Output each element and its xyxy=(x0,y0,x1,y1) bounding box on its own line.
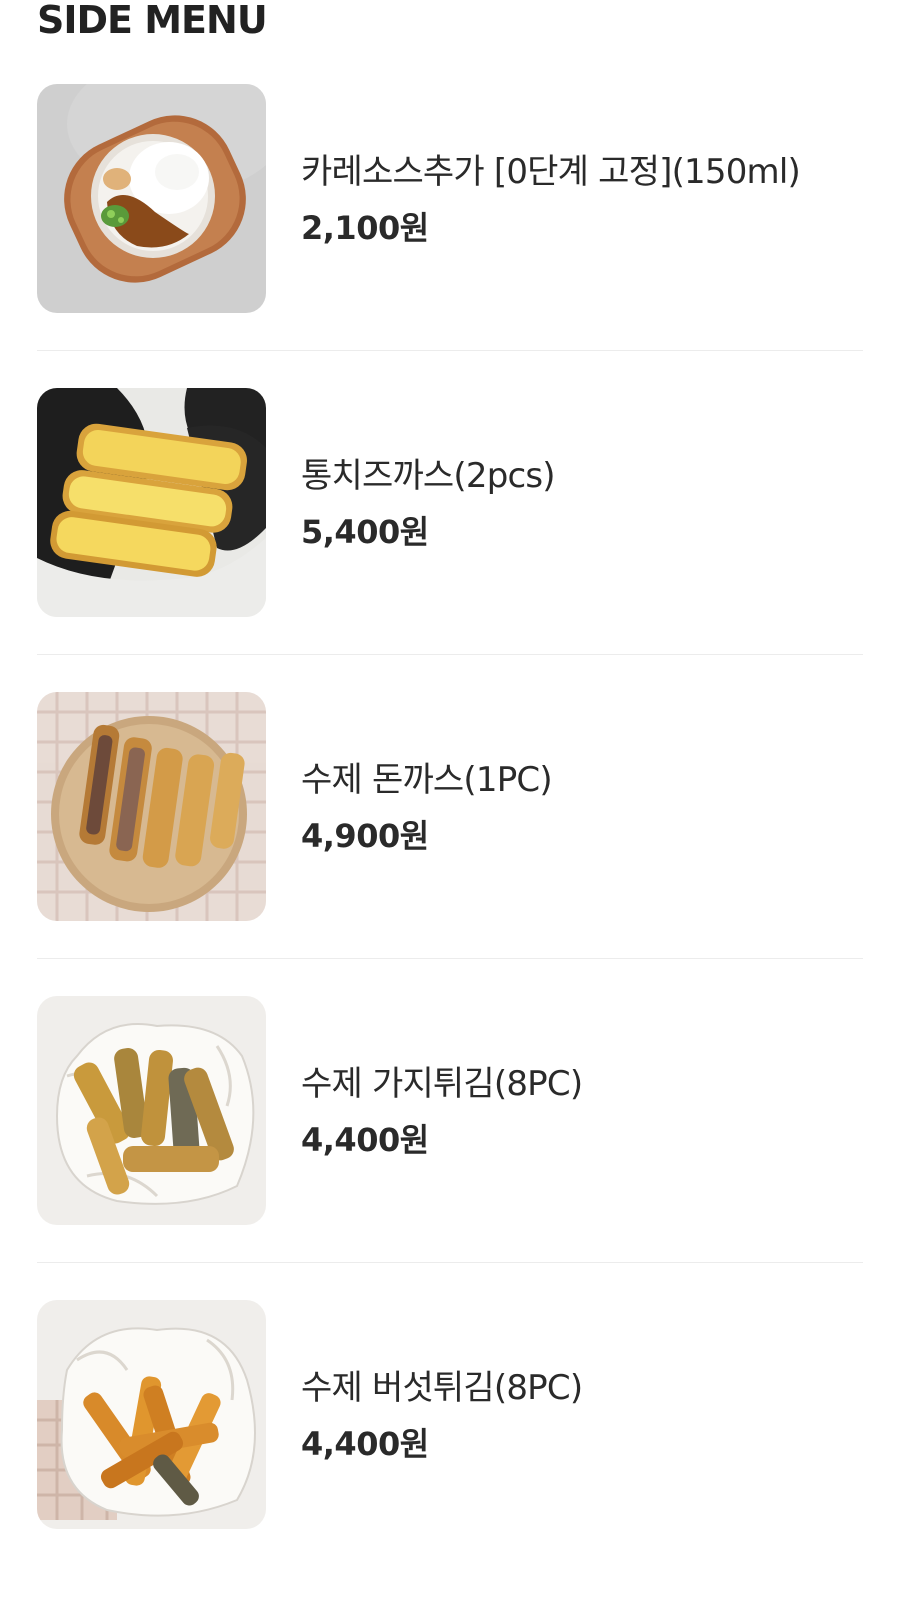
menu-item[interactable]: 카레소스추가 [0단계 고정](150ml) 2,100원 xyxy=(0,84,900,388)
menu-list: 카레소스추가 [0단계 고정](150ml) 2,100원 통치즈까스(2pcs… xyxy=(0,84,900,1604)
item-name: 수제 가지튀김(8PC) xyxy=(301,1064,583,1104)
menu-item[interactable]: 수제 돈까스(1PC) 4,900원 xyxy=(0,692,900,996)
curry-rice-photo xyxy=(37,84,266,313)
item-price: 2,100원 xyxy=(301,209,429,247)
section-title: SIDE MENU xyxy=(37,0,268,42)
divider xyxy=(37,654,863,655)
menu-item[interactable]: 수제 가지튀김(8PC) 4,400원 xyxy=(0,996,900,1300)
item-name: 통치즈까스(2pcs) xyxy=(301,456,556,496)
menu-item[interactable]: 수제 버섯튀김(8PC) 4,400원 xyxy=(0,1300,900,1604)
item-price: 4,900원 xyxy=(301,817,429,855)
item-price: 4,400원 xyxy=(301,1425,429,1463)
item-name: 수제 돈까스(1PC) xyxy=(301,760,553,800)
item-price: 4,400원 xyxy=(301,1121,429,1159)
fried-eggplant-photo xyxy=(37,996,266,1225)
menu-item[interactable]: 통치즈까스(2pcs) 5,400원 xyxy=(0,388,900,692)
fried-mushroom-photo xyxy=(37,1300,266,1529)
item-price: 5,400원 xyxy=(301,513,429,551)
item-name: 수제 버섯튀김(8PC) xyxy=(301,1368,583,1408)
divider xyxy=(37,958,863,959)
cheese-cutlet-photo xyxy=(37,388,266,617)
item-name: 카레소스추가 [0단계 고정](150ml) xyxy=(301,152,801,192)
divider xyxy=(37,350,863,351)
pork-cutlet-photo xyxy=(37,692,266,921)
divider xyxy=(37,1262,863,1263)
